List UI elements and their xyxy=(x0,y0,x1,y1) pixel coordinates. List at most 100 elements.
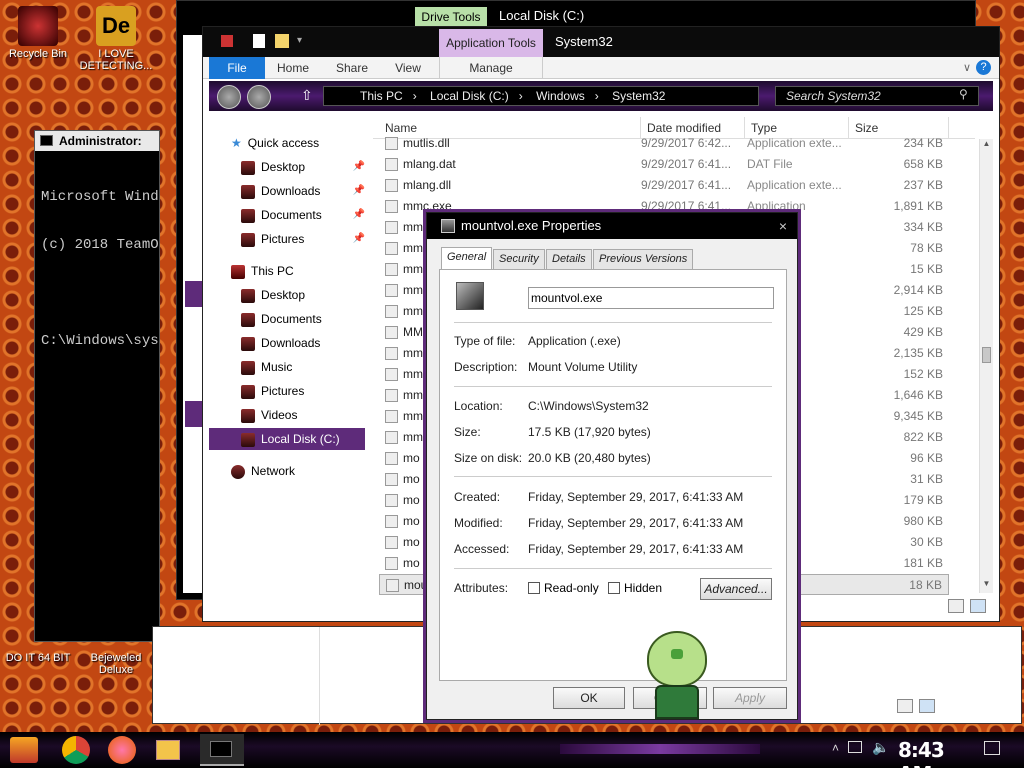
cmd-line xyxy=(41,285,153,301)
nav-pc-documents[interactable]: Documents xyxy=(241,308,322,330)
properties-quick-icon[interactable] xyxy=(253,34,265,48)
exe-icon xyxy=(441,219,455,233)
taskbar-clock[interactable]: 8:43 AM xyxy=(898,738,968,768)
desktop-icon-recycle-bin[interactable]: Recycle Bin xyxy=(0,6,76,60)
advanced-button[interactable]: Advanced... xyxy=(700,578,772,600)
table-row[interactable]: mlang.dll 9/29/2017 6:41... Application ex… xyxy=(379,175,949,196)
chevron-down-icon[interactable]: ▾ xyxy=(297,35,302,46)
file-size: 2,135 KB xyxy=(893,346,943,360)
help-icon[interactable]: ? xyxy=(976,60,991,75)
new-folder-quick-icon[interactable] xyxy=(275,34,289,48)
file-icon xyxy=(385,389,398,402)
attributes-label: Attributes: xyxy=(454,581,509,595)
start-button[interactable] xyxy=(10,737,38,763)
file-date: 9/29/2017 6:41... xyxy=(641,157,732,171)
file-size: 179 KB xyxy=(903,493,943,507)
hidden-checkbox[interactable]: Hidden xyxy=(608,581,662,595)
nav-downloads[interactable]: Downloads 📌 xyxy=(241,180,365,202)
nav-quick-access[interactable]: ★ Quick access xyxy=(231,132,319,154)
pin-icon: 📌 xyxy=(352,161,365,172)
nav-pc-music[interactable]: Music xyxy=(241,356,292,378)
vertical-scrollbar[interactable]: ▲ ▼ xyxy=(979,139,993,593)
ok-button[interactable]: OK xyxy=(553,687,625,709)
cmd-title: Administrator: xyxy=(59,134,142,148)
lower-divider xyxy=(319,627,320,725)
checkbox-box[interactable] xyxy=(528,582,540,594)
large-icons-view-icon[interactable] xyxy=(970,599,986,613)
up-arrow-icon[interactable]: ⇧ xyxy=(301,87,313,104)
breadcrumb-local-disk[interactable]: Local Disk (C:) xyxy=(430,89,509,103)
file-name: mo xyxy=(403,514,420,528)
tab-previous-versions[interactable]: Previous Versions xyxy=(593,249,694,269)
nav-pc-downloads[interactable]: Downloads xyxy=(241,332,320,354)
apply-button[interactable]: Apply xyxy=(713,687,787,709)
search-input[interactable]: Search System32 xyxy=(775,86,979,106)
network-icon[interactable] xyxy=(848,741,862,753)
nav-local-disk[interactable]: Local Disk (C:) xyxy=(209,428,365,450)
volume-icon[interactable]: 🔈 xyxy=(872,739,889,756)
table-row[interactable]: mutlis.dll 9/29/2017 6:42... Application e… xyxy=(379,133,949,154)
desktop-icon-detecting[interactable]: De I LOVE DETECTING... xyxy=(78,6,154,72)
pictures-icon xyxy=(241,384,255,399)
explorer-titlebar[interactable]: ▾ Application Tools System32 xyxy=(203,27,999,57)
details-view-icon[interactable] xyxy=(897,699,913,713)
large-icons-view-icon[interactable] xyxy=(919,699,935,713)
breadcrumb-system32[interactable]: System32 xyxy=(612,89,665,103)
readonly-checkbox[interactable]: Read-only xyxy=(528,581,599,595)
drive-tools-tab[interactable]: Drive Tools xyxy=(415,7,487,27)
scroll-down-arrow[interactable]: ▼ xyxy=(980,579,993,593)
tab-general[interactable]: General xyxy=(441,247,493,270)
chrome-taskbar-icon[interactable] xyxy=(62,736,90,764)
checkbox-box[interactable] xyxy=(608,582,620,594)
description-label: Description: xyxy=(454,360,518,374)
file-size: 980 KB xyxy=(903,514,943,528)
search-icon[interactable]: ⚲ xyxy=(959,87,968,101)
nav-network[interactable]: Network xyxy=(231,460,295,482)
scrollbar-thumb[interactable] xyxy=(982,347,991,363)
star-icon: ★ xyxy=(231,136,242,150)
tab-manage[interactable]: Manage xyxy=(439,57,543,79)
nav-pc-desktop[interactable]: Desktop xyxy=(241,284,305,306)
breadcrumb[interactable]: This PC › Local Disk (C:) › Windows › Syste… xyxy=(323,86,759,106)
tab-security[interactable]: Security xyxy=(493,249,545,269)
navigation-pane: ★ Quick access Desktop 📌 Downloads 📌 Docume… xyxy=(209,127,365,615)
scroll-up-arrow[interactable]: ▲ xyxy=(980,139,993,153)
chevron-down-icon[interactable]: ∨ xyxy=(963,61,971,74)
tab-view[interactable]: View xyxy=(383,57,433,79)
cmd-titlebar[interactable]: Administrator: xyxy=(35,131,159,151)
properties-dialog[interactable]: mountvol.exe Properties × General Securi… xyxy=(426,212,798,720)
dialog-titlebar[interactable]: mountvol.exe Properties × xyxy=(427,213,797,239)
filename-input[interactable]: mountvol.exe xyxy=(528,287,774,309)
tab-share[interactable]: Share xyxy=(327,57,377,79)
chevron-up-icon[interactable]: ˄ xyxy=(832,741,839,755)
forward-button[interactable] xyxy=(247,85,271,109)
cmd-output[interactable]: Microsoft Wind (c) 2018 TeamO C:\Windows… xyxy=(35,151,159,387)
nav-desktop[interactable]: Desktop 📌 xyxy=(241,156,365,178)
application-tools-tab[interactable]: Application Tools xyxy=(439,29,543,57)
nav-documents[interactable]: Documents 📌 xyxy=(241,204,365,226)
cmd-taskbar-button[interactable] xyxy=(200,734,244,766)
breadcrumb-this-pc[interactable]: This PC xyxy=(360,89,403,103)
file-name: mm xyxy=(403,409,423,423)
breadcrumb-windows[interactable]: Windows xyxy=(536,89,585,103)
nav-pc-pictures[interactable]: Pictures xyxy=(241,380,304,402)
tab-home[interactable]: Home xyxy=(269,57,317,79)
close-icon[interactable]: × xyxy=(779,213,787,239)
file-type: Application exte... xyxy=(747,178,842,192)
file-explorer-taskbar-icon[interactable] xyxy=(156,740,180,760)
file-icon xyxy=(385,305,398,318)
firefox-taskbar-icon[interactable] xyxy=(108,736,136,764)
nav-pictures[interactable]: Pictures 📌 xyxy=(241,228,365,250)
nav-this-pc[interactable]: This PC xyxy=(231,260,294,282)
tab-file[interactable]: File xyxy=(209,57,265,79)
table-row[interactable]: mlang.dat 9/29/2017 6:41... DAT File 658 KB xyxy=(379,154,949,175)
details-view-icon[interactable] xyxy=(948,599,964,613)
file-icon xyxy=(386,579,399,592)
back-button[interactable] xyxy=(217,85,241,109)
tab-details[interactable]: Details xyxy=(546,249,592,269)
notifications-icon[interactable] xyxy=(984,741,1000,755)
nav-pc-videos[interactable]: Videos xyxy=(241,404,297,426)
cmd-window[interactable]: Administrator: Microsoft Wind (c) 2018 T… xyxy=(34,130,160,642)
file-name: mm xyxy=(403,388,423,402)
ribbon-tabs: File Home Share View Manage ∨ ? xyxy=(203,57,999,79)
